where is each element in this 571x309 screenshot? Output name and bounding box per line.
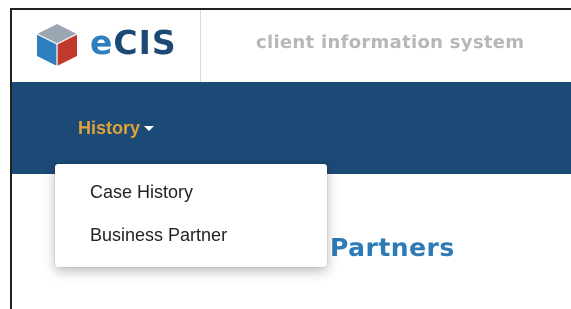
app-frame: eCIS client information system History P…	[10, 8, 571, 309]
app-header: eCIS client information system	[12, 10, 571, 82]
history-dropdown-menu: Case History Business Partner	[55, 164, 327, 267]
logo-area[interactable]: eCIS	[12, 10, 201, 82]
menu-item-case-history[interactable]: Case History	[90, 182, 193, 203]
brand-name: eCIS	[90, 23, 177, 63]
nav-history-label: History	[78, 118, 141, 138]
nav-history-menu[interactable]: History	[78, 118, 155, 139]
brand-suffix: CIS	[113, 23, 177, 62]
main-navbar: History	[12, 82, 571, 174]
page-title: Partners	[330, 233, 455, 262]
cube-logo-icon	[36, 24, 78, 66]
caret-down-icon	[144, 125, 155, 131]
menu-item-business-partner[interactable]: Business Partner	[90, 225, 227, 246]
brand-prefix: e	[90, 23, 114, 62]
app-tagline: client information system	[256, 32, 525, 53]
